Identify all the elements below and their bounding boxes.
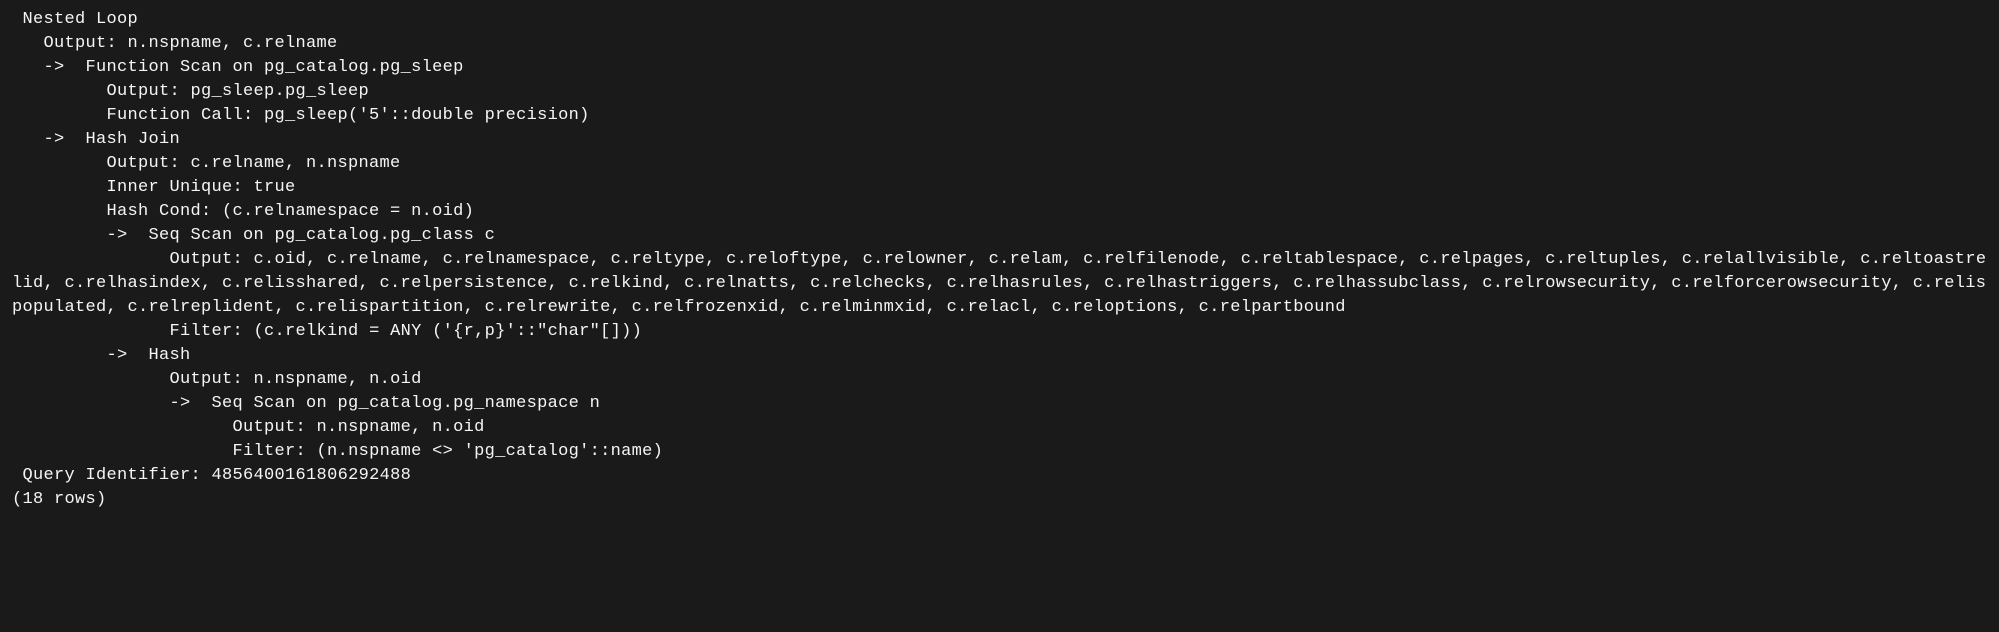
query-plan-output: Nested Loop Output: n.nspname, c.relname… — [0, 0, 1999, 522]
